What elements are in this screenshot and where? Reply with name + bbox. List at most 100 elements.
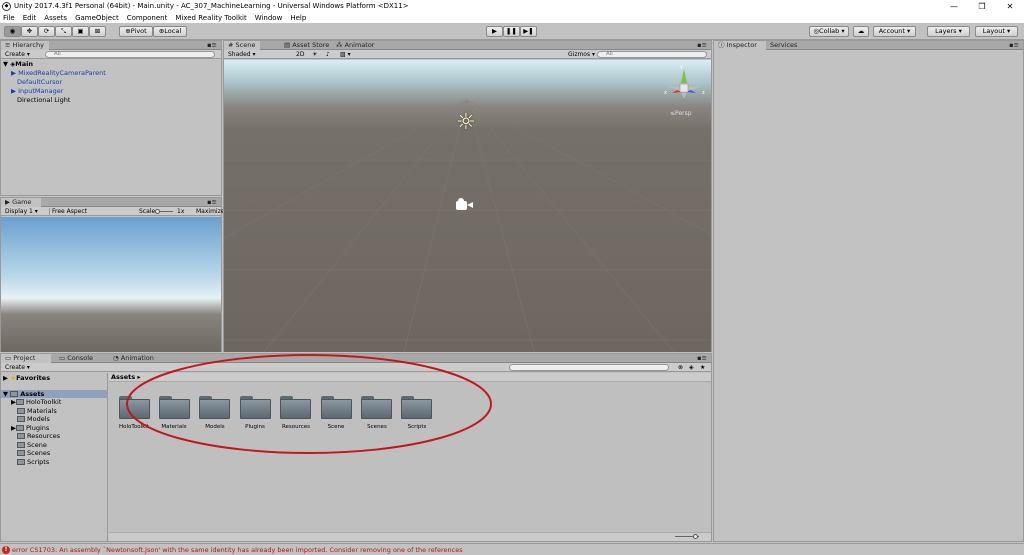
icon-size-slider-handle[interactable] [693,534,698,539]
hierarchy-item[interactable]: DefaultCursor [17,78,62,86]
scale-text: Scale [139,208,156,215]
play-button[interactable]: ▶ [486,26,503,37]
project-create-dropdown[interactable]: Create ▾ [3,364,30,371]
pivot-toggle[interactable]: ⊕Pivot [119,26,153,37]
maximize-icon[interactable]: ❐ [968,2,996,11]
status-bar[interactable]: ! error CS1703: An assembly `Newtonsoft.… [0,543,1024,555]
hierarchy-tab-icon: ≡ [5,41,11,49]
transform-tool-icon[interactable]: ⊠ [89,26,106,37]
animation-tab-icon: ◔ [113,354,119,362]
tree-folder-item[interactable]: Models [17,415,50,423]
asset-store-icon: ▤ [284,41,291,49]
folder-icon [10,391,19,397]
menu-gameobject[interactable]: GameObject [75,14,119,22]
tab-inspector[interactable]: ⓘ Inspector [714,41,766,50]
close-icon[interactable]: ✕ [996,2,1024,11]
filter-type-icon[interactable]: ⊗ [676,364,683,371]
hierarchy-item[interactable]: ▶ InputManager [11,87,63,95]
favorite-star-icon[interactable]: ★ [698,364,705,371]
project-search-input[interactable] [509,364,669,371]
hierarchy-item[interactable]: Directional Light [17,96,70,104]
local-toggle[interactable]: ⊕Local [153,26,187,37]
rotate-tool-icon[interactable]: ⟳ [38,26,55,37]
asset-store-tab-label: Asset Store [292,41,330,49]
folder-icon [17,407,25,414]
move-tool-icon[interactable]: ✥ [21,26,38,37]
hierarchy-search-input[interactable]: All [45,51,215,58]
hierarchy-item-label: Directional Light [17,96,71,104]
axis-z-label: z [702,90,705,96]
axis-x-label: x [664,90,667,96]
tree-folder-item[interactable]: Scene [17,441,47,449]
scene-viewport[interactable]: ☼ y x z ≤Persp [224,60,711,352]
minimize-icon[interactable]: — [940,2,968,11]
gizmos-dropdown[interactable]: Gizmos ▾ [566,51,595,58]
scene-root-item[interactable]: ▼ ◈Main [3,60,33,68]
panel-menu-icon[interactable]: ▪≡ [203,41,221,50]
game-viewport[interactable] [1,217,221,352]
assets-root-item[interactable]: ▼ Assets [1,390,107,398]
lighting-toggle-icon[interactable]: ☀ [310,51,317,58]
pause-button[interactable]: ❚❚ [503,26,520,37]
effects-dropdown-icon[interactable]: ▨ ▾ [338,51,351,58]
menu-mixed-reality-toolkit[interactable]: Mixed Reality Toolkit [175,14,246,22]
tab-hierarchy[interactable]: ≡ Hierarchy [1,41,49,50]
tab-services[interactable]: Services [766,41,801,50]
hierarchy-item[interactable]: ▶ MixedRealityCameraParent [11,69,106,77]
step-button[interactable]: ▶❚ [520,26,537,37]
tree-folder-item[interactable]: Scripts [17,458,49,466]
scale-tool-icon[interactable]: ⤡ [55,26,72,37]
play-icon: ▶ [492,27,497,35]
tab-asset-store[interactable]: ▤ Asset Store [280,41,333,50]
menu-window[interactable]: Window [255,14,283,22]
panel-menu-icon[interactable]: ▪≡ [693,354,711,363]
main-toolbar: ◉ ✥ ⟳ ⤡ ▣ ⊠ ⊕Pivot ⊕Local ▶ ❚❚ ▶❚ ◎Colla… [0,23,1024,40]
layout-dropdown[interactable]: Layout ▾ [975,26,1018,37]
camera-icon[interactable] [456,198,474,210]
aspect-dropdown[interactable]: Free Aspect [49,208,135,215]
assets-root-label: Assets [20,390,45,398]
directional-light-icon[interactable]: ☼ [456,110,476,135]
cloud-button[interactable]: ☁ [853,26,869,37]
scene-gizmo-axes-icon[interactable] [660,65,706,109]
project-tab-icon: ▭ [5,354,12,362]
tab-console[interactable]: ▭ Console [55,354,97,363]
menu-file[interactable]: File [3,14,15,22]
layers-dropdown[interactable]: Layers ▾ [927,26,970,37]
display-label: Display 1 [5,208,33,215]
tab-scene[interactable]: # Scene [224,41,260,50]
menu-edit[interactable]: Edit [23,14,37,22]
menu-component[interactable]: Component [127,14,168,22]
tab-game[interactable]: ▶ Game [1,198,41,207]
hierarchy-create-label: Create [5,51,25,58]
menu-help[interactable]: Help [290,14,306,22]
tree-folder-item[interactable]: Materials [17,407,57,415]
panel-menu-icon[interactable]: ▪≡ [693,41,711,50]
tab-project[interactable]: ▭ Project [1,354,51,363]
maximize-toggle[interactable]: Maximize [194,208,224,215]
shading-dropdown[interactable]: Shaded ▾ [226,51,290,58]
collab-label: Collab [819,27,840,35]
tree-folder-item[interactable]: ▶ HoloToolkit [11,398,61,406]
title-bar: ◆ Unity 2017.4.3f1 Personal (64bit) - Ma… [0,0,1024,12]
favorites-item[interactable]: ▶ ★Favorites [3,374,50,382]
menu-assets[interactable]: Assets [44,14,67,22]
filter-label-icon[interactable]: ◈ [687,364,694,371]
collab-dropdown[interactable]: ◎Collab ▾ [809,26,849,37]
rect-tool-icon[interactable]: ▣ [72,26,89,37]
account-dropdown[interactable]: Account ▾ [873,26,916,37]
display-dropdown[interactable]: Display 1 ▾ [3,208,38,215]
scale-slider-handle[interactable] [155,209,160,214]
audio-toggle-icon[interactable]: ♪ [324,51,330,58]
tab-animator[interactable]: ⁂ Animator [332,41,378,50]
tree-folder-item[interactable]: Resources [17,432,60,440]
view-tool-eye-icon[interactable]: ◉ [4,26,21,37]
tree-folder-item[interactable]: Scenes [17,449,50,457]
2d-toggle[interactable]: 2D [294,51,304,58]
panel-menu-icon[interactable]: ▪≡ [1005,41,1023,50]
panel-menu-icon[interactable]: ▪≡ [203,198,221,207]
persp-label[interactable]: ≤Persp [670,110,692,117]
hierarchy-create-dropdown[interactable]: Create ▾ [3,51,30,58]
tree-folder-item[interactable]: ▶ Plugins [11,424,49,432]
scene-search-input[interactable]: All [597,51,707,58]
